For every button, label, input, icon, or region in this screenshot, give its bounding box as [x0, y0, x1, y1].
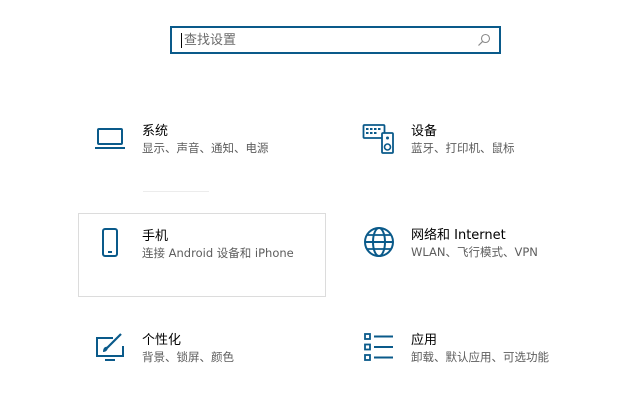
tile-network[interactable]: 网络和 Internet WLAN、飞行模式、VPN [348, 213, 596, 297]
tile-apps-description: 卸载、默认应用、可选功能 [411, 350, 549, 364]
tile-phone[interactable]: 手机 连接 Android 设备和 iPhone [78, 213, 326, 297]
search-box[interactable] [170, 26, 501, 54]
text-caret [181, 33, 182, 48]
tile-personalization[interactable]: 个性化 背景、锁屏、颜色 [79, 318, 327, 402]
apps-list-icon [364, 333, 393, 361]
tile-network-description: WLAN、飞行模式、VPN [411, 245, 538, 259]
tile-phone-description: 连接 Android 设备和 iPhone [142, 246, 294, 260]
tile-devices-title: 设备 [411, 124, 438, 139]
divider [143, 191, 209, 192]
laptop-icon [95, 128, 125, 149]
tile-network-title: 网络和 Internet [411, 228, 506, 243]
globe-icon [364, 227, 394, 257]
tile-personalization-title: 个性化 [142, 333, 182, 348]
search-input[interactable] [180, 30, 474, 50]
tile-devices[interactable]: 设备 蓝牙、打印机、鼠标 [348, 109, 596, 193]
tile-apps-title: 应用 [411, 333, 438, 348]
tile-system-title: 系统 [142, 124, 169, 139]
phone-icon [102, 228, 118, 257]
tile-phone-title: 手机 [142, 229, 169, 244]
tile-personalization-description: 背景、锁屏、颜色 [142, 350, 234, 364]
tile-system-description: 显示、声音、通知、电源 [142, 141, 269, 155]
keyboard-speaker-icon [362, 124, 394, 154]
tile-system[interactable]: 系统 显示、声音、通知、电源 [79, 109, 327, 193]
tile-devices-description: 蓝牙、打印机、鼠标 [411, 141, 515, 155]
search-icon[interactable] [477, 33, 491, 47]
tile-apps[interactable]: 应用 卸载、默认应用、可选功能 [348, 318, 596, 402]
paint-monitor-icon [96, 333, 124, 361]
